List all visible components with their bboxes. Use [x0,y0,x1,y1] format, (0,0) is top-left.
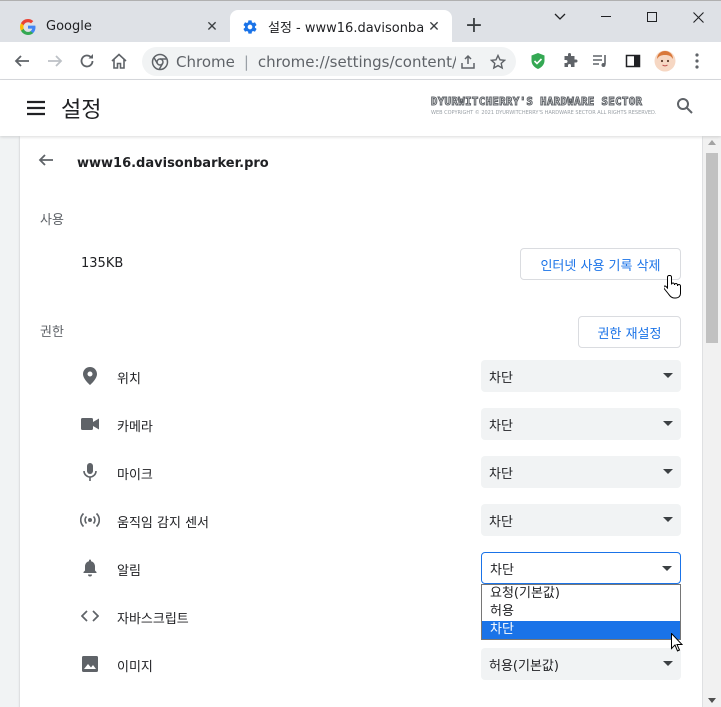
usage-value: 135KB [81,256,124,271]
url-text[interactable]: chrome://settings/content/siteDetails?si… [258,53,456,71]
new-tab-button[interactable]: + [462,15,486,39]
page-title: 설정 [61,98,102,123]
reload-icon[interactable] [75,49,99,73]
tab-settings[interactable]: 설정 - www16.davisonbarker.pro ✕ [230,10,452,43]
select-value: 차단 [489,418,513,434]
scrollbar-thumb[interactable] [706,153,718,343]
permission-row-notifications: 알림 차단 [80,552,682,584]
permission-label: 알림 [117,564,141,579]
media-control-icon[interactable] [589,49,613,73]
maximize-icon[interactable] [629,5,675,29]
permission-select-camera[interactable]: 차단 [481,408,681,440]
permission-select-microphone[interactable]: 차단 [481,456,681,488]
scroll-up-arrow-icon[interactable] [708,140,716,145]
hamburger-menu-icon[interactable] [24,96,48,120]
camera-icon [80,414,100,434]
puzzle-extensions-icon[interactable] [558,49,582,73]
divider: | [243,52,249,71]
dropdown-caret-icon [663,469,673,474]
home-icon[interactable] [107,49,131,73]
arrow-cursor-icon [671,632,684,656]
address-bar[interactable]: Chrome | chrome://settings/content/siteD… [142,47,516,76]
permission-label: 카메라 [117,420,153,435]
select-value: 허용(기본값) [489,658,559,674]
close-icon[interactable]: ✕ [202,17,222,37]
permission-row-images: 이미지 허용(기본값) [80,648,682,680]
dropdown-caret-icon [663,373,673,378]
permission-select-motion-sensors[interactable]: 차단 [481,504,681,536]
motion-sensor-icon [80,510,100,530]
bookmark-star-icon[interactable] [486,50,510,74]
minimize-icon[interactable] [583,5,629,29]
select-value: 차단 [489,514,513,530]
gear-icon [242,19,258,35]
hand-pointer-cursor-icon [663,274,682,304]
more-menu-icon[interactable] [685,49,709,73]
tab-title: 설정 - www16.davisonbarker.pro [268,21,424,36]
tab-google[interactable]: Google ✕ [8,10,230,43]
permission-label: 마이크 [117,468,153,483]
permission-label: 움직임 감지 센서 [117,516,209,531]
dropdown-caret-icon [663,661,673,666]
search-icon[interactable] [676,97,698,119]
forward-arrow-icon[interactable] [43,49,67,73]
shield-extension-icon[interactable] [526,49,550,73]
scroll-down-arrow-icon[interactable] [708,698,716,703]
notifications-dropdown-list: 요청(기본값) 허용 차단 [481,584,681,640]
profile-avatar-icon[interactable] [653,49,677,73]
tab-title: Google [46,19,92,34]
site-name: www16.davisonbarker.pro [77,156,269,171]
tab-strip: Google ✕ 설정 - www16.davisonbarker.pro ✕ … [0,0,721,43]
back-arrow-icon[interactable] [38,152,60,174]
permission-select-notifications[interactable]: 차단 [481,552,681,584]
back-arrow-icon[interactable] [10,49,34,73]
clear-browsing-data-button[interactable]: 인터넷 사용 기록 삭제 [520,248,681,280]
image-icon [80,654,100,674]
settings-header: 설정 DYURWITCHERRY'S HARDWARE SECTOR WEB C… [0,80,721,136]
permission-row-location: 위치 차단 [80,360,682,392]
location-pin-icon [80,366,100,386]
google-logo-icon [20,18,36,35]
permission-row-motion-sensors: 움직임 감지 센서 차단 [80,504,682,536]
watermark-copyright: WEB COPYRIGHT © 2021 DYURWITCHERRY'S HAR… [431,110,657,116]
code-icon [80,606,100,626]
permission-label: 이미지 [117,660,153,675]
browser-toolbar: Chrome | chrome://settings/content/siteD… [0,42,721,80]
permission-row-microphone: 마이크 차단 [80,456,682,488]
permission-label: 위치 [117,372,141,387]
watermark: DYURWITCHERRY'S HARDWARE SECTOR WEB COPY… [431,96,671,117]
permission-select-location[interactable]: 차단 [481,360,681,392]
dropdown-option-ask[interactable]: 요청(기본값) [482,585,680,603]
tab-search-chevron-icon[interactable] [537,5,583,29]
select-value: 차단 [489,370,513,386]
dropdown-caret-icon [662,566,672,571]
permission-row-camera: 카메라 차단 [80,408,682,440]
side-panel-icon[interactable] [621,49,645,73]
select-value: 차단 [490,562,514,578]
dropdown-option-block[interactable]: 차단 [482,621,680,639]
reset-permissions-button[interactable]: 권한 재설정 [578,316,681,348]
permission-label: 자바스크립트 [117,612,189,627]
page-scrollbar[interactable] [703,136,721,707]
close-icon[interactable]: ✕ [424,17,444,37]
permission-select-images[interactable]: 허용(기본값) [481,648,681,680]
watermark-title: DYURWITCHERRY'S HARDWARE SECTOR [431,96,643,109]
bell-icon [80,558,100,578]
microphone-icon [80,462,100,482]
site-label: Chrome [176,52,235,71]
dropdown-caret-icon [663,517,673,522]
dropdown-option-allow[interactable]: 허용 [482,603,680,621]
permissions-section-label: 권한 [40,325,64,340]
dropdown-caret-icon [663,421,673,426]
window-close-icon[interactable] [675,5,721,29]
chrome-logo-icon [151,53,169,71]
usage-section-label: 사용 [40,213,64,228]
share-icon[interactable] [456,50,480,74]
select-value: 차단 [489,466,513,482]
